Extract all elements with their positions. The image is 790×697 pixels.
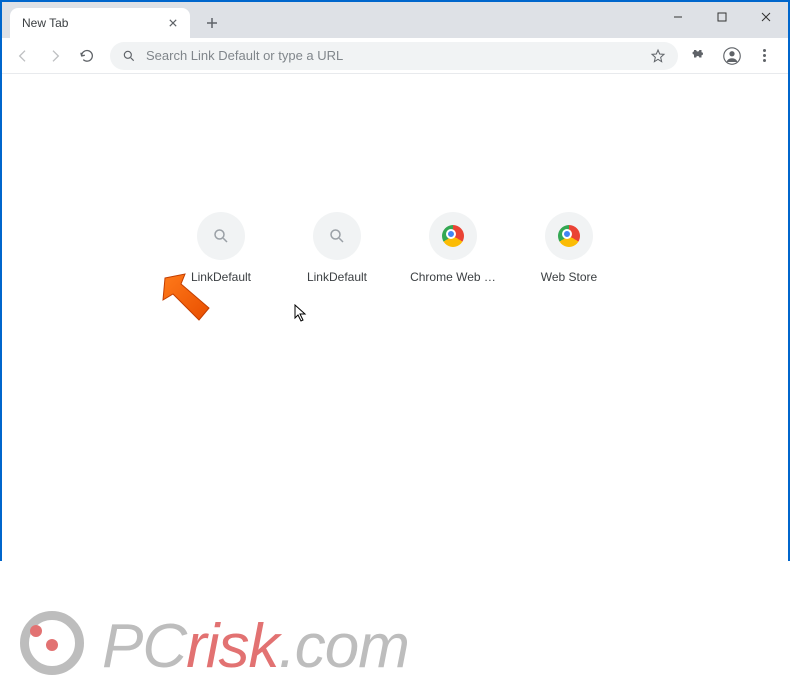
- arrow-left-icon: [15, 48, 31, 64]
- plus-icon: [206, 17, 218, 29]
- chrome-icon: [442, 225, 464, 247]
- puzzle-icon: [691, 47, 709, 65]
- address-bar[interactable]: Search Link Default or type a URL: [110, 42, 678, 70]
- star-icon: [650, 48, 666, 64]
- cursor-icon: [294, 304, 308, 322]
- bookmark-button[interactable]: [650, 48, 666, 64]
- annotation-arrow-icon: [157, 270, 217, 325]
- new-tab-page: LinkDefault LinkDefault Chrome Web … Web…: [2, 212, 788, 697]
- shortcuts-row: LinkDefault LinkDefault Chrome Web … Web…: [2, 212, 788, 284]
- shortcut-label: Web Store: [525, 270, 613, 284]
- window-controls: [656, 2, 788, 32]
- shortcut-label: LinkDefault: [293, 270, 381, 284]
- search-icon: [212, 227, 230, 245]
- watermark-logo-icon: [20, 607, 98, 685]
- watermark-post: .com: [279, 612, 409, 681]
- shortcut-icon-circle: [197, 212, 245, 260]
- shortcut-tile[interactable]: Web Store: [525, 212, 613, 284]
- person-icon: [723, 47, 741, 65]
- shortcut-tile[interactable]: LinkDefault: [293, 212, 381, 284]
- shortcut-icon-circle: [313, 212, 361, 260]
- search-icon: [328, 227, 346, 245]
- profile-button[interactable]: [718, 42, 746, 70]
- maximize-button[interactable]: [700, 2, 744, 32]
- minimize-icon: [673, 12, 683, 22]
- address-bar-placeholder: Search Link Default or type a URL: [146, 48, 650, 63]
- forward-button[interactable]: [40, 41, 70, 71]
- watermark-red: risk: [186, 612, 278, 681]
- new-tab-button[interactable]: [198, 9, 226, 37]
- shortcut-icon-circle: [545, 212, 593, 260]
- shortcut-tile[interactable]: Chrome Web …: [409, 212, 497, 284]
- watermark-text: PCrisk.com: [102, 611, 409, 682]
- tab-close-button[interactable]: [166, 16, 180, 30]
- search-icon: [122, 49, 136, 63]
- chrome-icon: [558, 225, 580, 247]
- tab-title: New Tab: [22, 16, 160, 30]
- browser-tab[interactable]: New Tab: [10, 8, 190, 38]
- arrow-right-icon: [47, 48, 63, 64]
- kebab-icon: [763, 49, 766, 62]
- watermark: PCrisk.com: [20, 607, 409, 685]
- reload-icon: [79, 48, 95, 64]
- close-icon: [761, 12, 771, 22]
- toolbar: Search Link Default or type a URL: [2, 38, 788, 74]
- toolbar-right: [686, 42, 782, 70]
- close-window-button[interactable]: [744, 2, 788, 32]
- extensions-button[interactable]: [686, 42, 714, 70]
- reload-button[interactable]: [72, 41, 102, 71]
- minimize-button[interactable]: [656, 2, 700, 32]
- close-icon: [169, 19, 177, 27]
- shortcut-label: Chrome Web …: [409, 270, 497, 284]
- maximize-icon: [717, 12, 727, 22]
- back-button[interactable]: [8, 41, 38, 71]
- titlebar: New Tab: [2, 2, 788, 38]
- shortcut-icon-circle: [429, 212, 477, 260]
- menu-button[interactable]: [750, 42, 778, 70]
- watermark-pre: PC: [102, 612, 186, 681]
